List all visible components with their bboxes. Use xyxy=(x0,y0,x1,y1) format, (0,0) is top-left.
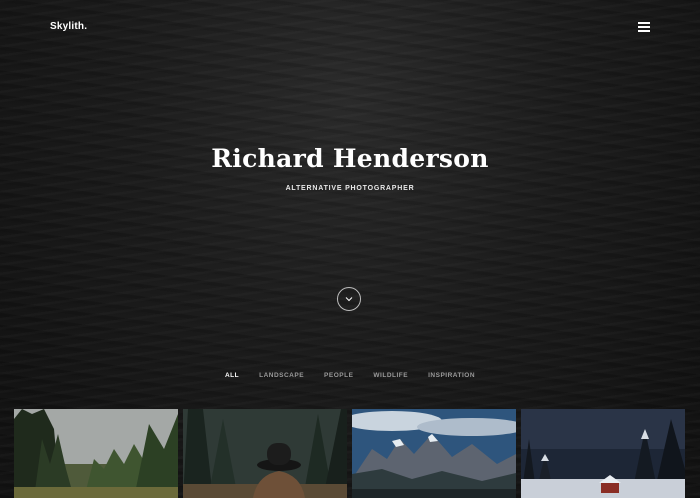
filter-people[interactable]: PEOPLE xyxy=(314,372,363,384)
hero-title: Richard Henderson xyxy=(211,144,489,173)
menu-bar xyxy=(638,22,650,24)
menu-bar xyxy=(638,30,650,32)
scroll-down-button[interactable] xyxy=(337,287,361,311)
forest-photo xyxy=(14,409,178,498)
portfolio-gallery xyxy=(14,409,686,498)
mountains-photo xyxy=(352,409,516,498)
person-in-forest-photo xyxy=(183,409,347,498)
snowy-forest-photo xyxy=(521,409,685,498)
gallery-tile-person[interactable] xyxy=(183,409,348,498)
gallery-tile-forest[interactable] xyxy=(14,409,179,498)
portfolio-filter-nav: ALL LANDSCAPE PEOPLE WILDLIFE INSPIRATIO… xyxy=(0,372,700,384)
filter-wildlife[interactable]: WILDLIFE xyxy=(363,372,418,384)
gallery-tile-snowy-forest[interactable] xyxy=(521,409,686,498)
chevron-down-icon xyxy=(345,297,353,302)
filter-landscape[interactable]: LANDSCAPE xyxy=(249,372,314,384)
menu-bar xyxy=(638,26,650,28)
gallery-tile-mountains[interactable] xyxy=(352,409,517,498)
site-logo[interactable]: Skylith. xyxy=(50,21,87,32)
hero-subtitle: ALTERNATIVE PHOTOGRAPHER xyxy=(285,185,415,192)
filter-inspiration[interactable]: INSPIRATION xyxy=(418,372,485,384)
hamburger-menu-icon[interactable] xyxy=(638,21,650,32)
filter-all[interactable]: ALL xyxy=(215,372,249,384)
